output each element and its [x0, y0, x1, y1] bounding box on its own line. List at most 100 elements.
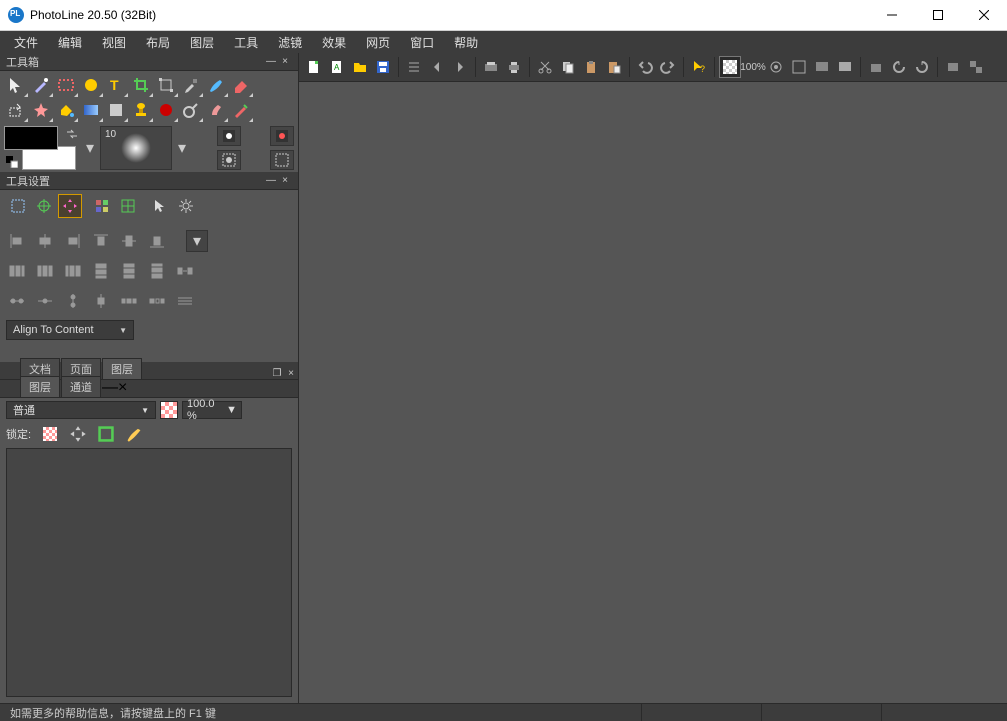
menu-effect[interactable]: 效果: [312, 32, 356, 53]
menu-tool[interactable]: 工具: [224, 32, 268, 53]
tool-healing[interactable]: [154, 98, 178, 122]
tool-gradient[interactable]: [79, 98, 103, 122]
ts-layer-icon[interactable]: [6, 194, 30, 218]
menu-window[interactable]: 窗口: [400, 32, 444, 53]
tool-text[interactable]: T: [104, 73, 128, 97]
space-v2-icon[interactable]: [90, 290, 112, 312]
tool-transform[interactable]: [154, 73, 178, 97]
tool-eyedropper[interactable]: [179, 73, 203, 97]
rotate-a-button[interactable]: [865, 56, 887, 78]
menu-edit[interactable]: 编辑: [48, 32, 92, 53]
copy-button[interactable]: [557, 56, 579, 78]
dist-right-icon[interactable]: [62, 260, 84, 282]
print-button[interactable]: [503, 56, 525, 78]
opacity-input[interactable]: 100.0 % ▼: [182, 401, 242, 419]
menu-help[interactable]: 帮助: [444, 32, 488, 53]
dist-top-icon[interactable]: [90, 260, 112, 282]
align-top-icon[interactable]: [90, 230, 112, 252]
undo-button[interactable]: [634, 56, 656, 78]
minimize-button[interactable]: [869, 0, 915, 30]
redo-button[interactable]: [657, 56, 679, 78]
extra-b-button[interactable]: [965, 56, 987, 78]
space-eq2-icon[interactable]: [146, 290, 168, 312]
scanner-button[interactable]: [480, 56, 502, 78]
open-button[interactable]: [349, 56, 371, 78]
subtab-channels[interactable]: 通道: [61, 376, 101, 397]
tool-sponge[interactable]: [229, 98, 253, 122]
menu-layout[interactable]: 布局: [136, 32, 180, 53]
tool-pointer[interactable]: [4, 73, 28, 97]
toolbox-min-icon[interactable]: —: [264, 56, 278, 67]
dist-hcenter-icon[interactable]: [34, 260, 56, 282]
align-vcenter-icon[interactable]: [118, 230, 140, 252]
subtabs-min-icon[interactable]: —: [102, 379, 118, 397]
quickmask-a-button[interactable]: [217, 126, 241, 146]
tool-crop[interactable]: [129, 73, 153, 97]
cut-button[interactable]: [534, 56, 556, 78]
space-v1-icon[interactable]: [62, 290, 84, 312]
fullscreen-button[interactable]: [788, 56, 810, 78]
prev-button[interactable]: [426, 56, 448, 78]
tool-stamp[interactable]: [129, 98, 153, 122]
menu-layer[interactable]: 图层: [180, 32, 224, 53]
tool-settings-header[interactable]: 工具设置 — ×: [0, 172, 298, 190]
tool-settings-close-icon[interactable]: ×: [278, 175, 292, 186]
lock-all-icon[interactable]: [125, 425, 143, 443]
lock-position-icon[interactable]: [69, 425, 87, 443]
tool-smudge[interactable]: [204, 98, 228, 122]
ts-move-icon[interactable]: [58, 194, 82, 218]
screen-b-button[interactable]: [834, 56, 856, 78]
ts-gear-icon[interactable]: [174, 194, 198, 218]
ts-target-icon[interactable]: [32, 194, 56, 218]
layer-list[interactable]: [6, 448, 292, 697]
reset-colors-icon[interactable]: [6, 156, 18, 168]
new-text-button[interactable]: A: [326, 56, 348, 78]
maximize-button[interactable]: [915, 0, 961, 30]
foreground-color-swatch[interactable]: [4, 126, 58, 150]
tool-move[interactable]: [4, 98, 28, 122]
ts-pointer-icon[interactable]: [148, 194, 172, 218]
tab-layers[interactable]: 图层: [102, 358, 142, 379]
align-left-icon[interactable]: [6, 230, 28, 252]
ts-grid-a-icon[interactable]: [90, 194, 114, 218]
zoom-label-button[interactable]: 100%: [742, 56, 764, 78]
tool-eraser[interactable]: [229, 73, 253, 97]
tool-magic-wand[interactable]: [29, 98, 53, 122]
align-right-icon[interactable]: [62, 230, 84, 252]
align-hcenter-icon[interactable]: [34, 230, 56, 252]
subtab-layers[interactable]: 图层: [20, 376, 60, 397]
help-pointer-button[interactable]: ?: [688, 56, 710, 78]
tool-wand[interactable]: [29, 73, 53, 97]
doc-tabs-close-icon[interactable]: ×: [284, 368, 298, 379]
lock-bounds-icon[interactable]: [97, 425, 115, 443]
paste-button[interactable]: [580, 56, 602, 78]
brush-dropdown-icon[interactable]: ▾: [176, 126, 188, 170]
quickmask-b-button[interactable]: [217, 150, 241, 170]
toolbox-header[interactable]: 工具箱 — ×: [0, 53, 298, 71]
checker-toggle-button[interactable]: [719, 56, 741, 78]
dist-bottom-icon[interactable]: [146, 260, 168, 282]
tool-bucket[interactable]: [54, 98, 78, 122]
dist-vcenter-icon[interactable]: [118, 260, 140, 282]
align-more-dropdown[interactable]: ▾: [186, 230, 208, 252]
doc-tabs-restore-icon[interactable]: ❐: [270, 368, 284, 379]
tool-brush[interactable]: [204, 73, 228, 97]
blend-mode-dropdown[interactable]: 普通 ▼: [6, 401, 156, 419]
dist-gap-icon[interactable]: [174, 260, 196, 282]
ts-grid-b-icon[interactable]: [116, 194, 140, 218]
save-button[interactable]: [372, 56, 394, 78]
menu-filter[interactable]: 滤镜: [268, 32, 312, 53]
quickmask-d-button[interactable]: [270, 150, 294, 170]
menu-view[interactable]: 视图: [92, 32, 136, 53]
menu-file[interactable]: 文件: [4, 32, 48, 53]
subtabs-close-icon[interactable]: ×: [118, 379, 127, 397]
zoom-fit-button[interactable]: [765, 56, 787, 78]
tool-blur[interactable]: [104, 98, 128, 122]
canvas-body[interactable]: [299, 82, 1007, 703]
screen-a-button[interactable]: [811, 56, 833, 78]
extra-a-button[interactable]: [942, 56, 964, 78]
color-swatches[interactable]: [4, 126, 80, 170]
align-mode-dropdown[interactable]: Align To Content ▼: [6, 320, 134, 340]
close-button[interactable]: [961, 0, 1007, 30]
paste-into-button[interactable]: [603, 56, 625, 78]
